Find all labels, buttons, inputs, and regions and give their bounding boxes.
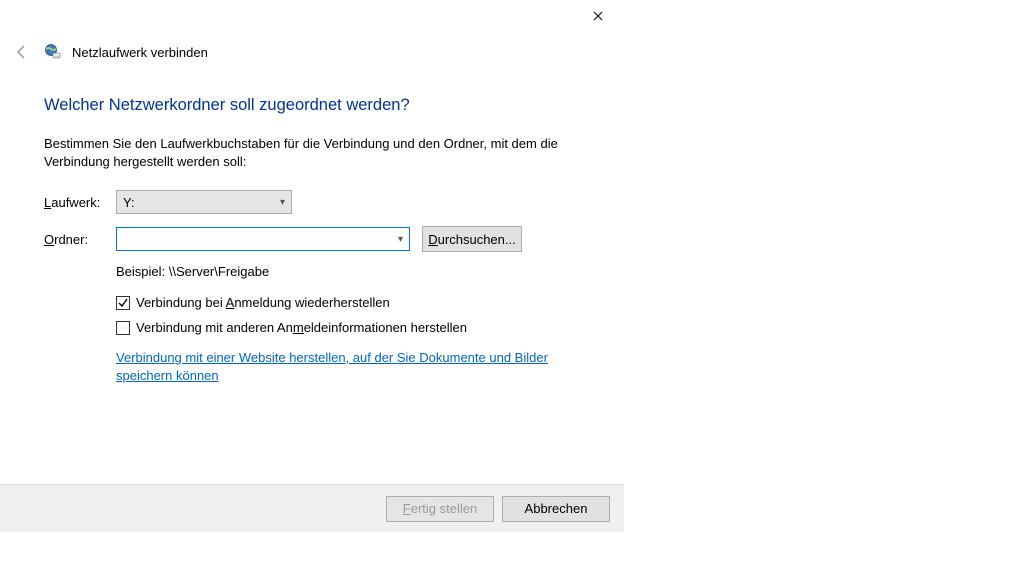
close-icon	[593, 11, 603, 21]
dialog-footer: Fertig stellen Abbrechen	[0, 484, 624, 532]
drive-row: Laufwerk: Y: ▾	[44, 190, 604, 214]
folder-row: Ordner: ▾ Durchsuchen...	[44, 226, 604, 252]
drive-label: Laufwerk:	[44, 195, 116, 210]
header-row: Netzlaufwerk verbinden	[10, 40, 208, 64]
dialog-body: Welcher Netzwerkordner soll zugeordnet w…	[44, 96, 604, 385]
finish-button: Fertig stellen	[386, 496, 494, 522]
close-button[interactable]	[576, 2, 620, 30]
folder-combo[interactable]: ▾	[116, 227, 410, 251]
map-network-drive-dialog: Netzlaufwerk verbinden Welcher Netzwerko…	[0, 0, 624, 576]
chevron-down-icon: ▾	[280, 197, 285, 208]
drive-select[interactable]: Y: ▾	[116, 190, 292, 214]
browse-button[interactable]: Durchsuchen...	[422, 226, 522, 252]
back-arrow-icon	[14, 44, 30, 60]
network-drive-icon	[44, 43, 62, 61]
other-creds-checkbox-label: Verbindung mit anderen Anmeldeinformatio…	[136, 320, 467, 335]
check-icon	[118, 298, 128, 308]
reconnect-checkbox[interactable]	[116, 296, 130, 310]
back-button[interactable]	[10, 40, 34, 64]
dialog-title: Netzlaufwerk verbinden	[72, 45, 208, 60]
example-text: Beispiel: \\Server\Freigabe	[116, 264, 604, 279]
website-storage-link[interactable]: Verbindung mit einer Website herstellen,…	[116, 349, 586, 385]
folder-label: Ordner:	[44, 232, 116, 247]
chevron-down-icon: ▾	[398, 234, 403, 245]
other-creds-checkbox[interactable]	[116, 321, 130, 335]
instruction-text: Bestimmen Sie den Laufwerkbuchstaben für…	[44, 135, 604, 170]
headline: Welcher Netzwerkordner soll zugeordnet w…	[44, 96, 604, 115]
drive-select-value: Y:	[123, 195, 135, 210]
indent-block: Beispiel: \\Server\Freigabe Verbindung b…	[116, 264, 604, 385]
reconnect-checkbox-row: Verbindung bei Anmeldung wiederherstelle…	[116, 295, 604, 310]
other-creds-checkbox-row: Verbindung mit anderen Anmeldeinformatio…	[116, 320, 604, 335]
cancel-button[interactable]: Abbrechen	[502, 496, 610, 522]
reconnect-checkbox-label: Verbindung bei Anmeldung wiederherstelle…	[136, 295, 390, 310]
